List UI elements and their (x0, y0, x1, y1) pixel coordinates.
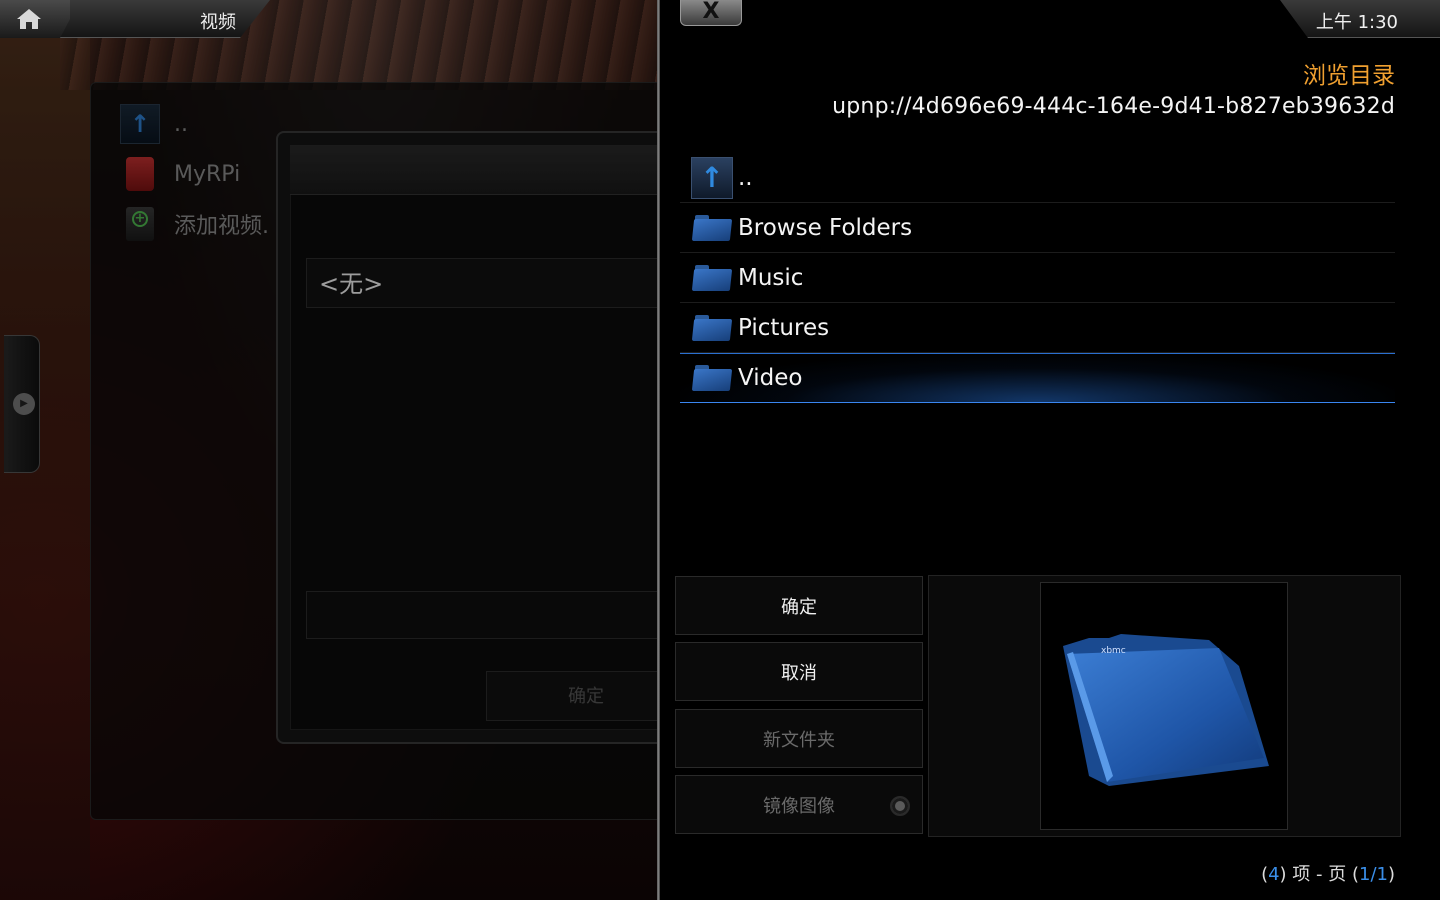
pagination-info: (4) 项 - 页 (1/1) (1261, 864, 1395, 885)
cancel-button[interactable]: 取消 (675, 642, 923, 701)
page-indicator: 1/1 (1359, 864, 1388, 885)
file-row-pictures[interactable]: Pictures (680, 303, 1395, 353)
file-label: Music (738, 264, 804, 291)
folder-preview-thumbnail: xbmc (1040, 582, 1288, 830)
file-label: Pictures (738, 314, 830, 341)
folder-icon (691, 264, 733, 291)
large-folder-icon: xbmc (1063, 634, 1269, 786)
folder-icon (691, 365, 733, 391)
toggle-radio-icon (890, 796, 910, 816)
file-list: ↑ .. Browse Folders Music Pictures Video (680, 153, 1395, 403)
mirror-image-toggle[interactable]: 镜像图像 (675, 775, 923, 834)
browse-dialog-title: 浏览目录 (1303, 63, 1395, 89)
folder-icon (691, 314, 733, 341)
file-row-video[interactable]: Video (680, 353, 1395, 403)
home-icon (17, 9, 41, 29)
item-count: 4 (1268, 864, 1280, 885)
home-button[interactable] (0, 0, 70, 38)
clock: 上午 1:30 (1315, 12, 1398, 33)
new-folder-button[interactable]: 新文件夹 (675, 709, 923, 768)
page-title: 视频 (200, 12, 236, 33)
mirror-image-label: 镜像图像 (763, 795, 835, 817)
ok-button[interactable]: 确定 (675, 576, 923, 635)
file-label: Browse Folders (738, 214, 913, 241)
file-row-parent[interactable]: ↑ .. (680, 153, 1395, 203)
file-row-browse-folders[interactable]: Browse Folders (680, 203, 1395, 253)
file-row-music[interactable]: Music (680, 253, 1395, 303)
current-path: upnp://4d696e69-444c-164e-9d41-b827eb396… (832, 94, 1395, 119)
file-label: Video (738, 365, 803, 391)
file-label: .. (738, 164, 753, 191)
close-button[interactable]: X (680, 0, 742, 26)
folder-icon (691, 214, 733, 241)
background-dim-overlay (0, 0, 660, 900)
items-page-label: 项 - 页 (1292, 864, 1347, 885)
parent-folder-icon: ↑ (691, 156, 733, 199)
svg-text:xbmc: xbmc (1101, 646, 1126, 656)
